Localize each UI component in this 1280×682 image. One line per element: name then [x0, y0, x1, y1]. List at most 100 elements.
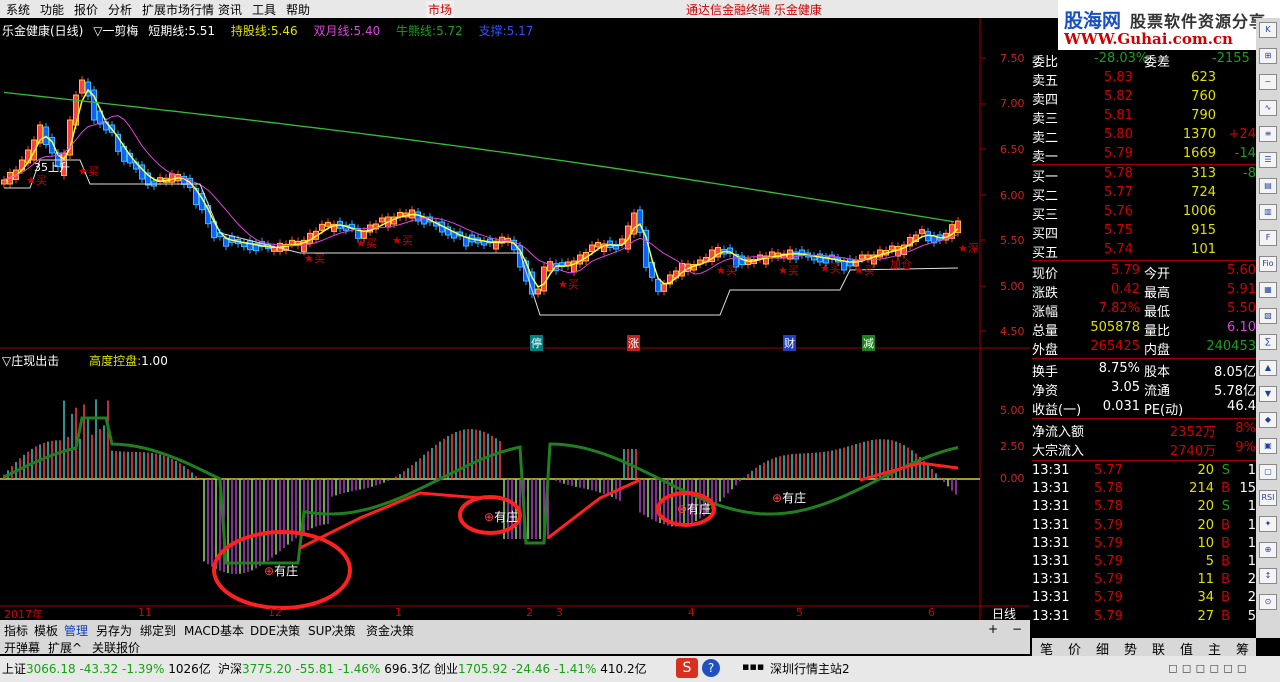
server-name[interactable]: 深圳行情主站2: [770, 660, 850, 677]
indicator-axis-label: 2.50: [1000, 440, 1025, 453]
toolbar-icon[interactable]: ▥: [1259, 204, 1277, 220]
limit-up-marker: 涨: [627, 335, 640, 351]
toolbar-icon[interactable]: ▲: [1259, 360, 1277, 376]
tick-row: 13:31 5.77 20 S 1: [1032, 463, 1256, 478]
tab-sup[interactable]: SUP决策: [308, 622, 356, 639]
tab-fund[interactable]: 资金决策: [366, 622, 414, 639]
buy-marker: ★买: [356, 237, 377, 250]
toolbar-icon[interactable]: ▤: [1259, 178, 1277, 194]
menu-help[interactable]: 帮助: [286, 1, 310, 18]
sell-row: 卖二 5.80 1370 +24: [1032, 127, 1256, 146]
toolbar-icon[interactable]: ⊞: [1259, 48, 1277, 64]
toolbar-icon[interactable]: ↕: [1259, 568, 1277, 584]
zoom-out-button[interactable]: −: [1012, 622, 1022, 636]
flow-row: 净流入额 2352万 8%: [1032, 421, 1256, 440]
indicator-layer: [3, 399, 959, 574]
app-s-icon[interactable]: S: [676, 658, 698, 678]
menu-function[interactable]: 功能: [40, 1, 64, 18]
toolbar-icon[interactable]: ∑: [1259, 334, 1277, 350]
menu-analysis[interactable]: 分析: [108, 1, 132, 18]
indicator-axis-label: 5.00: [1000, 404, 1025, 417]
menu-news[interactable]: 资讯: [218, 1, 242, 18]
index-hs[interactable]: 沪深3775.20 -55.81 -1.46% 696.3亿: [218, 660, 431, 677]
tab-bind-to[interactable]: 绑定到: [140, 622, 176, 639]
tab-dde[interactable]: DDE决策: [250, 622, 300, 639]
trend-up-label: 35上升: [34, 161, 70, 174]
buy-marker: ★买: [854, 264, 875, 277]
reduce-marker: 减: [862, 335, 875, 351]
indicator-header: ▽庄现出击 高度控盘:1.00: [2, 352, 168, 369]
tab-macd[interactable]: MACD基本: [184, 622, 244, 639]
logo-url: WWW.Guhai.com.cn: [1064, 30, 1233, 48]
price-axis-label: 5.00: [1000, 280, 1025, 293]
toolbar-icon[interactable]: ▢: [1259, 464, 1277, 480]
toolbar-icon[interactable]: Fio: [1259, 256, 1277, 272]
index-chinext[interactable]: 创业1705.92 -24.46 -1.41% 410.2亿: [434, 660, 647, 677]
toolbar-icon[interactable]: ⊙: [1259, 594, 1277, 610]
tab-indicator[interactable]: 指标: [4, 622, 28, 639]
menu-quote[interactable]: 报价: [74, 1, 98, 18]
toolbar-icon[interactable]: ⊕: [1259, 542, 1277, 558]
menu-system[interactable]: 系统: [6, 1, 30, 18]
date-label: 12: [268, 606, 282, 619]
sell-row: 卖四 5.82 760: [1032, 89, 1216, 108]
toolbar-icon[interactable]: RSI: [1259, 490, 1277, 506]
menu-extended-market[interactable]: 扩展市场行情: [142, 1, 214, 18]
buy-marker: ★买: [558, 278, 579, 291]
buy-row: 买二 5.77 724: [1032, 185, 1216, 204]
tab-template[interactable]: 模板: [34, 622, 58, 639]
sell-row: 卖三 5.81 790: [1032, 108, 1216, 127]
date-label: 3: [556, 606, 563, 619]
ticker-icon[interactable]: ▪▪▪: [742, 660, 764, 673]
date-label: 11: [138, 606, 152, 619]
toolbar-icon[interactable]: ▣: [1259, 438, 1277, 454]
toolbar-icon[interactable]: ☰: [1259, 152, 1277, 168]
stat-row: 涨幅 7.82% 最低 5.50: [1032, 301, 1256, 320]
toolbar-icon[interactable]: ▦: [1259, 282, 1277, 298]
tab-expand[interactable]: 扩展^: [48, 639, 82, 656]
date-label: 1: [395, 606, 402, 619]
has-dealer-label: ⊕有庄: [772, 491, 807, 505]
toolbar-icon[interactable]: ∿: [1259, 100, 1277, 116]
bottom-tab-bar: 开弹幕 扩展^ 关联报价: [0, 638, 1030, 656]
kline-chart[interactable]: [0, 18, 1030, 620]
has-dealer-label: ⊕有庄: [484, 510, 519, 524]
zoom-in-button[interactable]: +: [988, 622, 998, 636]
toolbar-icon[interactable]: ~: [1259, 74, 1277, 90]
logo-site-name: 股海网: [1064, 10, 1122, 32]
buy-marker: ★买: [716, 264, 737, 277]
toolbar-icon[interactable]: F: [1259, 230, 1277, 246]
ma-lines-layer: [3, 88, 959, 316]
help-icon[interactable]: ?: [702, 659, 720, 677]
menu-tools[interactable]: 工具: [252, 1, 276, 18]
tick-row: 13:31 5.78 214 B 15: [1032, 481, 1256, 497]
indicator-name[interactable]: ▽庄现出击: [2, 354, 59, 368]
buy-marker: ★买: [304, 252, 325, 265]
buy-row: 买四 5.75 915: [1032, 223, 1216, 242]
toolbar-icon[interactable]: ◆: [1259, 412, 1277, 428]
tab-save-as[interactable]: 另存为: [96, 622, 132, 639]
stat-row: 外盘 265425 内盘 240453: [1032, 339, 1256, 358]
index-shanghai[interactable]: 上证3066.18 -43.32 -1.39% 1026亿: [2, 660, 211, 677]
toolbar-icon[interactable]: ≡: [1259, 126, 1277, 142]
toolbar-icon[interactable]: ✦: [1259, 516, 1277, 532]
toolbar-icon[interactable]: ▼: [1259, 386, 1277, 402]
buy-marker: ★买: [392, 234, 413, 247]
tab-linked-quote[interactable]: 关联报价: [92, 639, 140, 656]
tray-icons[interactable]: ◻ ◻ ◻ ◻ ◻ ◻: [1168, 661, 1247, 675]
tick-row: 13:31 5.79 10 B 1: [1032, 535, 1256, 551]
tab-manage[interactable]: 管理: [64, 622, 88, 639]
toolbar-icon[interactable]: K: [1259, 22, 1277, 38]
right-toolbar: K ⊞ ~ ∿ ≡ ☰ ▤ ▥ F Fio ▦ ▧ ∑ ▲ ▼ ◆ ▣ ▢ RSI ✦ ⊕ ↕ ⊙: [1256, 18, 1280, 638]
tick-row: 13:31 5.79 11 B 2: [1032, 572, 1256, 588]
toolbar-icon[interactable]: ▧: [1259, 308, 1277, 324]
price-axis-label: 7.50: [1000, 52, 1025, 65]
buy-row: 买三 5.76 1006: [1032, 204, 1216, 223]
tab-danmaku[interactable]: 开弹幕: [4, 639, 40, 656]
tick-row: 13:31 5.79 34 B 2: [1032, 590, 1256, 606]
stat-row: 涨跌 0.42 最高 5.91: [1032, 282, 1256, 301]
date-label: 4: [688, 606, 695, 619]
window-title: 通达信金融终端 乐金健康: [686, 3, 822, 17]
menu-market[interactable]: 市场: [426, 1, 455, 18]
fund-row: 换手 8.75% 股本 8.05亿: [1032, 361, 1256, 380]
